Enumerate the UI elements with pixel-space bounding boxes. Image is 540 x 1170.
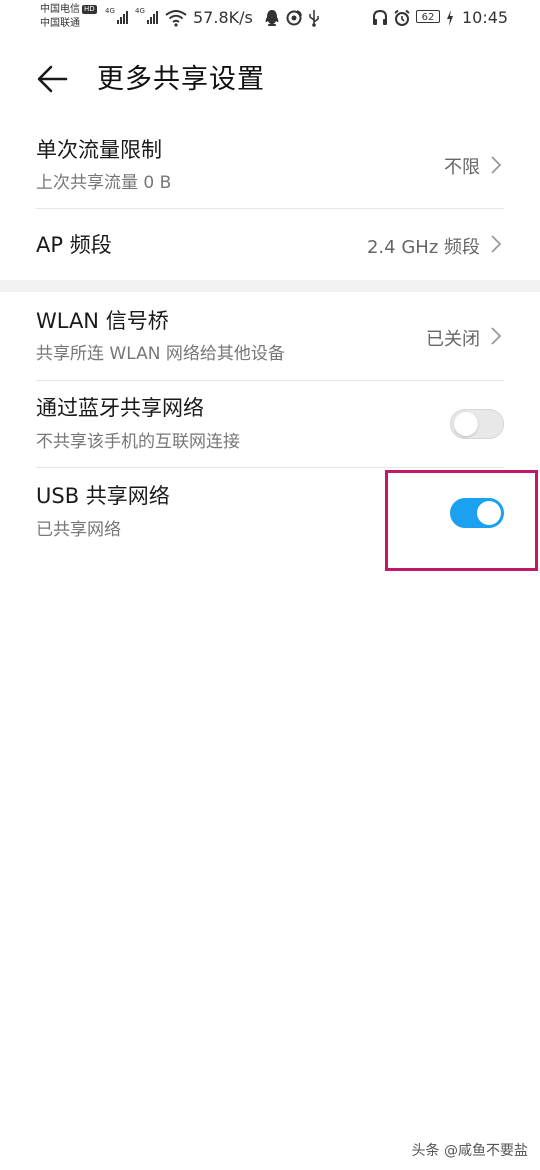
page-title: 更多共享设置 xyxy=(97,64,265,95)
carrier-info: 中国电信 HD 中国联通 xyxy=(40,3,97,31)
signal-2-icon: 4G xyxy=(135,8,158,24)
setting-subtitle: 不共享该手机的互联网连接 xyxy=(36,432,240,452)
setting-ap-band[interactable]: AP 频段 2.4 GHz 频段 xyxy=(36,209,504,280)
carrier-1-name: 中国电信 xyxy=(40,4,80,15)
chevron-right-icon xyxy=(491,327,502,345)
setting-title: WLAN 信号桥 xyxy=(36,309,169,333)
watermark: 头条 @咸鱼不要盐 xyxy=(411,1143,528,1159)
setting-subtitle: 上次共享流量 0 B xyxy=(36,173,172,193)
setting-value: 不限 xyxy=(444,157,480,178)
setting-title: USB 共享网络 xyxy=(36,484,170,508)
setting-data-limit[interactable]: 单次流量限制 上次共享流量 0 B 不限 xyxy=(36,133,504,208)
net-speed: 57.8K/s xyxy=(193,8,253,27)
setting-value: 2.4 GHz 频段 xyxy=(366,237,480,258)
alarm-icon xyxy=(394,9,410,26)
setting-wlan-bridge[interactable]: WLAN 信号桥 共享所连 WLAN 网络给其他设备 已关闭 xyxy=(36,300,504,380)
carrier-2-name: 中国联通 xyxy=(40,18,80,29)
setting-title: AP 频段 xyxy=(36,233,112,257)
usb-icon xyxy=(309,10,319,27)
section-gap xyxy=(0,280,540,292)
network-type-2: 4G xyxy=(135,7,145,15)
bluetooth-tethering-toggle[interactable] xyxy=(450,409,504,439)
charging-icon xyxy=(447,10,453,26)
toggle-knob xyxy=(454,412,478,436)
clock: 10:45 xyxy=(462,8,509,27)
weibo-icon xyxy=(286,10,302,26)
setting-bluetooth-tethering: 通过蓝牙共享网络 不共享该手机的互联网连接 xyxy=(36,381,504,467)
status-bar: 中国电信 HD 中国联通 4G 4G 57.8K/s 62 10:45 xyxy=(0,0,540,36)
setting-value: 已关闭 xyxy=(426,329,480,350)
network-type-1: 4G xyxy=(105,7,115,15)
setting-subtitle: 共享所连 WLAN 网络给其他设备 xyxy=(36,344,285,364)
chevron-right-icon xyxy=(491,235,502,253)
signal-1-icon: 4G xyxy=(105,8,128,24)
chevron-right-icon xyxy=(491,156,502,174)
setting-title: 单次流量限制 xyxy=(36,138,162,162)
wifi-icon xyxy=(165,10,187,27)
back-arrow-icon[interactable] xyxy=(36,62,70,96)
hd-badge: HD xyxy=(82,5,97,14)
headset-icon xyxy=(373,9,387,25)
battery-indicator: 62 xyxy=(416,10,440,23)
setting-subtitle: 已共享网络 xyxy=(36,520,121,540)
highlight-box xyxy=(385,470,538,571)
setting-title: 通过蓝牙共享网络 xyxy=(36,396,204,420)
qq-icon xyxy=(265,10,279,26)
